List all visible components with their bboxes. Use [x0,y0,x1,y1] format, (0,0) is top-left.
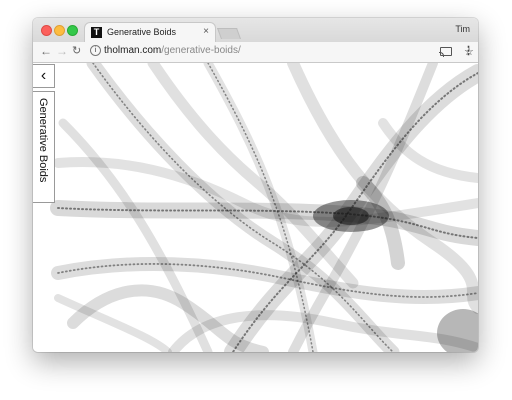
url-host: tholman.com [104,45,162,56]
favicon-icon: T [91,27,102,38]
title-bar: T Generative Boids × Tim [33,18,478,42]
back-button[interactable]: ‹ [33,64,55,88]
cast-icon[interactable] [439,47,452,57]
menu-dots-icon[interactable]: ⋮ [463,44,474,58]
page-content: ‹ Generative Boids [33,63,478,352]
minimize-window-button[interactable] [54,25,65,36]
address-bar[interactable]: i tholman.com/generative-boids/ ☆ [88,43,474,59]
arrow-left-icon[interactable]: ← [40,44,52,59]
reload-icon[interactable]: ↻ [72,44,81,59]
url-text[interactable]: tholman.com/generative-boids/ [104,45,241,56]
profile-name[interactable]: Tim [455,24,470,34]
new-tab-button[interactable] [216,28,242,39]
tab-close-icon[interactable]: × [203,26,209,37]
tab-title: Generative Boids [107,27,177,37]
site-title-tab[interactable]: Generative Boids [33,91,55,203]
boids-artwork [50,63,478,352]
maximize-window-button[interactable] [67,25,78,36]
site-title: Generative Boids [37,98,49,183]
arrow-right-icon[interactable]: → [56,44,68,59]
info-icon[interactable]: i [90,45,101,56]
close-window-button[interactable] [41,25,52,36]
tab-generative-boids[interactable]: T Generative Boids × [85,23,215,42]
url-path: /generative-boids/ [161,45,241,56]
browser-window: T Generative Boids × Tim ← → ↻ i tholman… [33,18,478,352]
browser-toolbar: ← → ↻ i tholman.com/generative-boids/ ☆ … [33,42,478,63]
